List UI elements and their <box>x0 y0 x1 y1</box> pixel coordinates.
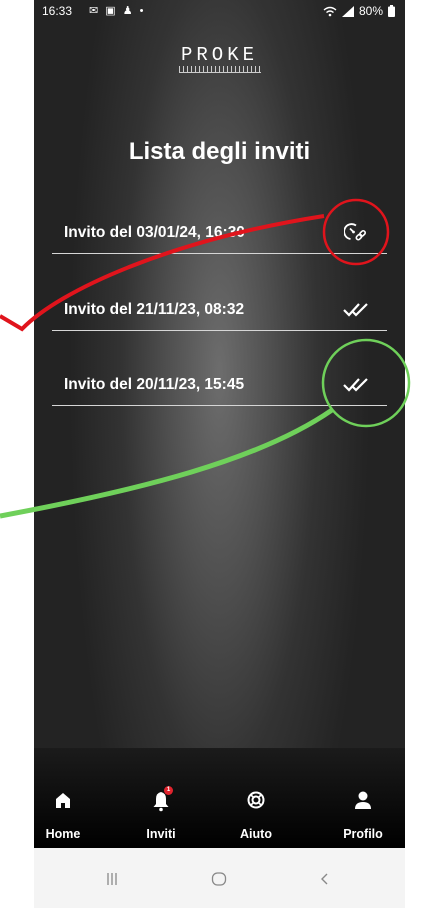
wifi-icon <box>323 6 337 16</box>
bottom-nav: Home 1 Inviti Aiuto Profilo <box>34 748 405 848</box>
nav-profile-label: Profilo <box>343 827 383 841</box>
invite-row[interactable]: Invito del 21/11/23, 08:32 <box>52 290 387 331</box>
nav-invites-label: Inviti <box>146 827 176 841</box>
double-check-icon <box>341 298 371 322</box>
page-title: Lista degli inviti <box>128 138 311 165</box>
invite-label: Invito del 03/01/24, 16:30 <box>64 224 245 241</box>
nav-home-label: Home <box>45 827 81 841</box>
status-bar: 16:33 ✉ ▣ ♟ • 80% <box>34 0 405 38</box>
nav-profile[interactable]: Profilo <box>323 748 403 848</box>
timer-link-icon[interactable] <box>341 221 371 245</box>
phone-screen: 16:33 ✉ ▣ ♟ • 80% PROKE Lista degli invi… <box>34 0 405 908</box>
battery-icon <box>388 5 395 17</box>
lifebuoy-icon <box>216 790 296 814</box>
home-circle-icon[interactable] <box>204 870 234 888</box>
app-logo: PROKE <box>34 44 405 73</box>
nav-help-label: Aiuto <box>240 827 272 841</box>
back-icon[interactable] <box>310 870 340 888</box>
double-check-icon <box>341 373 371 397</box>
nav-home[interactable]: Home <box>34 748 103 848</box>
notification-icons: ✉ ▣ ♟ • <box>89 5 146 17</box>
status-right: 80% <box>323 4 395 18</box>
user-icon <box>323 790 403 814</box>
logo-ruler <box>178 66 261 73</box>
invite-row[interactable]: Invito del 20/11/23, 15:45 <box>52 365 387 406</box>
invite-row[interactable]: Invito del 03/01/24, 16:30 <box>52 213 387 254</box>
recents-icon[interactable] <box>97 870 127 888</box>
battery-percent: 80% <box>358 4 383 18</box>
bell-icon <box>121 790 201 814</box>
nav-help[interactable]: Aiuto <box>216 748 296 848</box>
invite-label: Invito del 21/11/23, 08:32 <box>64 301 245 318</box>
home-icon <box>34 790 103 814</box>
nav-invites[interactable]: 1 Inviti <box>121 748 201 848</box>
invite-label: Invito del 20/11/23, 15:45 <box>64 376 245 393</box>
status-time: 16:33 <box>42 4 73 18</box>
signal-icon <box>341 5 354 17</box>
app-screen: 16:33 ✉ ▣ ♟ • 80% PROKE Lista degli invi… <box>34 0 405 848</box>
invites-badge: 1 <box>164 786 173 795</box>
system-nav-bar <box>34 848 405 908</box>
logo-text: PROKE <box>180 44 258 66</box>
